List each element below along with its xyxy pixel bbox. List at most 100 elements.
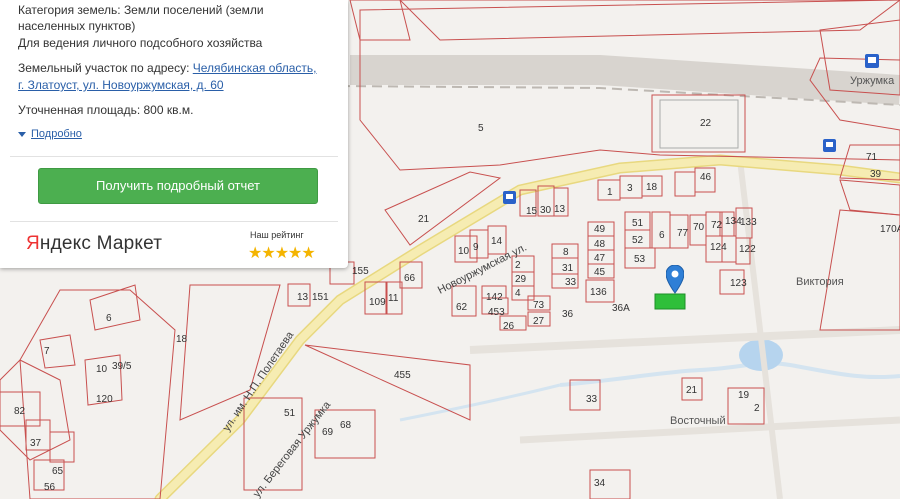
parcel-number-label: 22 bbox=[700, 118, 712, 129]
dropdown-triangle-icon bbox=[18, 131, 26, 137]
parcel-number-label: 14 bbox=[491, 236, 503, 247]
area-value: 800 кв.м. bbox=[143, 103, 194, 117]
parcel-number-label: 62 bbox=[456, 302, 468, 313]
parcel-number-label: 47 bbox=[594, 253, 606, 264]
parcel-number-label: 18 bbox=[176, 334, 188, 345]
parcel-number-label: 70 bbox=[693, 222, 705, 233]
parcel-number-label: 2 bbox=[754, 403, 760, 414]
parcel-number-label: 29 bbox=[515, 274, 527, 285]
parcel-number-label: 109 bbox=[369, 297, 386, 308]
address-label: Земельный участок по адресу: bbox=[18, 61, 190, 75]
location-pin-icon[interactable] bbox=[666, 265, 684, 295]
category-row: Категория земель: Земли поселений (земли bbox=[18, 2, 264, 18]
address-link-line2[interactable]: г. Златоуст, ул. Новоуржумская, д. 60 bbox=[18, 78, 224, 92]
parcel-number-label: 170А bbox=[880, 224, 900, 235]
parcel-number-label: 6 bbox=[659, 230, 665, 241]
parcel-number-label: 36А bbox=[612, 303, 630, 314]
details-toggle-label: Подробно bbox=[31, 128, 82, 140]
parcel-number-label: 142 bbox=[486, 292, 503, 303]
parcel-number-label: 77 bbox=[677, 228, 689, 239]
yandex-market-logo[interactable]: Яндекс Маркет bbox=[26, 233, 162, 255]
parcel-number-label: 51 bbox=[284, 408, 296, 419]
parcel-number-label: 36 bbox=[562, 309, 574, 320]
category-value-line2: населенных пунктов) bbox=[18, 19, 136, 33]
parcel-number-label: 34 bbox=[594, 478, 606, 489]
parcel-number-label: 122 bbox=[739, 244, 756, 255]
parcel-number-label: 52 bbox=[632, 235, 644, 246]
parcel-number-label: 39/5 bbox=[112, 361, 132, 372]
parcel-number-label: 455 bbox=[394, 370, 411, 381]
parcel-number-label: 39 bbox=[870, 169, 882, 180]
category-label: Категория земель: bbox=[18, 3, 121, 17]
address-row: Земельный участок по адресу: Челябинская… bbox=[18, 60, 317, 76]
rating-stars: ★★★★★ bbox=[248, 245, 316, 262]
parcel-number-label: 10 bbox=[96, 364, 108, 375]
parcel-number-label: 13 bbox=[297, 292, 309, 303]
parcel-number-label: 69 bbox=[322, 427, 334, 438]
parcel-number-label: 65 bbox=[52, 466, 64, 477]
bus-stop-icon[interactable] bbox=[823, 139, 836, 152]
parcel-number-label: 136 bbox=[590, 287, 607, 298]
category-value-line1: Земли поселений (земли bbox=[123, 3, 264, 17]
parcel-number-label: 2 bbox=[515, 260, 521, 271]
parcel-number-label: 30 bbox=[540, 205, 552, 216]
parcel-info-panel: Категория земель: Земли поселений (земли… bbox=[0, 0, 348, 268]
parcel-number-label: 124 bbox=[710, 242, 727, 253]
parcel-number-label: 45 bbox=[594, 267, 606, 278]
details-toggle[interactable]: Подробно bbox=[18, 128, 82, 140]
parcel-number-label: 31 bbox=[562, 263, 574, 274]
get-report-button[interactable]: Получить подробный отчет bbox=[38, 168, 318, 204]
bus-stop-icon[interactable] bbox=[503, 191, 516, 204]
parcel-number-label: 11 bbox=[388, 293, 399, 304]
parcel-number-label: 155 bbox=[352, 266, 369, 277]
parcel-number-label: 27 bbox=[533, 316, 545, 327]
parcel-number-label: 46 bbox=[700, 172, 712, 183]
parcel-number-label: 453 bbox=[488, 307, 505, 318]
divider bbox=[10, 221, 338, 222]
parcel-number-label: 82 bbox=[14, 406, 26, 417]
parcel-number-label: 15 bbox=[526, 206, 538, 217]
parcel-number-label: 51 bbox=[632, 218, 644, 229]
parcel-number-label: 66 bbox=[404, 273, 416, 284]
parcel-number-label: 7 bbox=[44, 346, 50, 357]
parcel-number-label: 1 bbox=[607, 187, 613, 198]
parcel-number-label: 49 bbox=[594, 224, 606, 235]
parcel-number-label: 151 bbox=[312, 292, 329, 303]
usage-text: Для ведения личного подсобного хозяйства bbox=[18, 36, 263, 50]
parcel-number-label: 18 bbox=[646, 182, 658, 193]
parcel-number-label: 73 bbox=[533, 300, 545, 311]
parcel-number-label: 53 bbox=[634, 254, 646, 265]
selected-parcel[interactable] bbox=[654, 293, 686, 310]
parcel-number-label: 133 bbox=[740, 217, 757, 228]
parcel-number-label: 6 bbox=[106, 313, 112, 324]
area-label: Уточненная площадь: bbox=[18, 103, 141, 117]
parcel-number-label: 71 bbox=[866, 152, 878, 163]
parcel-number-label: 56 bbox=[44, 482, 56, 493]
address-link-line1[interactable]: Челябинская область, bbox=[193, 61, 317, 75]
place-label-urzhumka: Уржумка bbox=[850, 75, 895, 87]
parcel-number-label: 13 bbox=[554, 204, 566, 215]
parcel-number-label: 4 bbox=[515, 288, 521, 299]
parcel-number-label: 5 bbox=[478, 123, 484, 134]
parcel-number-label: 21 bbox=[418, 214, 430, 225]
parcel-number-label: 33 bbox=[565, 277, 577, 288]
place-label-vostochny: Восточный bbox=[670, 415, 726, 427]
rating-label: Наш рейтинг bbox=[250, 230, 304, 240]
yandex-logo-letter: Я bbox=[26, 233, 40, 254]
parcel-number-label: 26 bbox=[503, 321, 515, 332]
parcel-number-label: 3 bbox=[627, 183, 633, 194]
parcel-number-label: 9 bbox=[473, 242, 479, 253]
parcel-number-label: 72 bbox=[711, 220, 723, 231]
train-station-icon[interactable] bbox=[865, 54, 879, 68]
parcel-number-label: 33 bbox=[586, 394, 598, 405]
address-row-2: г. Златоуст, ул. Новоуржумская, д. 60 bbox=[18, 77, 224, 93]
parcel-number-label: 68 bbox=[340, 420, 352, 431]
parcel-number-label: 37 bbox=[30, 438, 42, 449]
parcel-number-label: 134 bbox=[725, 216, 742, 227]
parcel-number-label: 123 bbox=[730, 278, 747, 289]
divider bbox=[10, 156, 338, 157]
parcel-number-label: 19 bbox=[738, 390, 750, 401]
parcel-number-label: 10 bbox=[458, 246, 470, 257]
parcel-number-label: 21 bbox=[686, 385, 698, 396]
place-label-viktoriya: Виктория bbox=[796, 276, 844, 288]
